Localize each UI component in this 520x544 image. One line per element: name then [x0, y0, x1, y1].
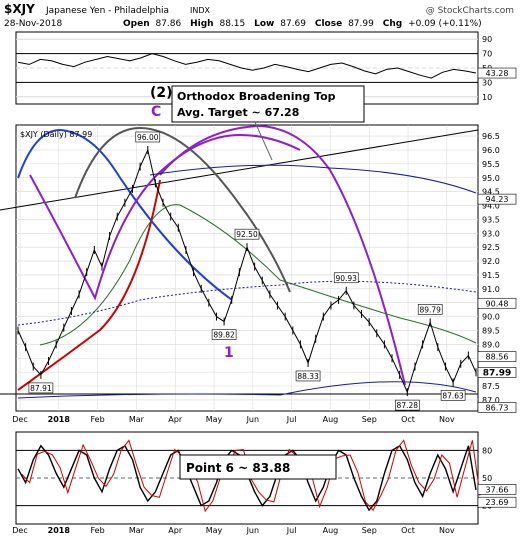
chart-exchange: INDX	[190, 6, 211, 15]
stoch-tick-label: 80	[482, 446, 492, 455]
price-tick-label: 93.0	[482, 229, 500, 238]
wave-2-label: (2)	[150, 85, 173, 101]
price-x-tick-label: Jun	[246, 415, 260, 424]
chart-symbol: $XJY	[4, 2, 35, 16]
price-right-label: 94.23	[486, 195, 509, 204]
chart-date: 28-Nov-2018	[4, 19, 62, 29]
open-label: Open	[123, 19, 150, 29]
close-value: 87.99	[348, 19, 374, 29]
close-label: Close	[315, 19, 342, 29]
price-callout-label: 87.91	[30, 384, 52, 393]
price-callout-label: 89.79	[419, 305, 441, 314]
wave-c-label: C	[151, 104, 161, 120]
price-callout-label: 92.50	[236, 230, 258, 239]
stoch-x-tick-label: Nov	[439, 526, 455, 535]
price-right-label: 86.73	[486, 403, 509, 412]
price-x-tick-label: Apr	[168, 415, 183, 424]
price-x-tick-label: Sep	[362, 415, 377, 424]
stoch-x-tick-label: Aug	[323, 526, 339, 535]
stoch-x-tick-label: Sep	[362, 526, 377, 535]
stoch-x-tick-label: May	[206, 526, 223, 535]
price-tick-label: 87.5	[482, 382, 500, 391]
chg-value: +0.09 (+0.11%)	[408, 19, 482, 29]
price-callout-label: 96.00	[137, 133, 159, 142]
price-callout-label: 87.28	[397, 401, 419, 410]
price-right-label: 90.48	[486, 299, 509, 308]
price-callout-label: 87.63	[442, 391, 464, 400]
point6-target: Point 6 ~ 83.88	[186, 461, 290, 475]
stoch-tick-label: 50	[482, 474, 492, 483]
ohlc-line: Open 87.86 High 88.15 Low 87.69 Close 87…	[123, 19, 482, 29]
stoch-x-tick-label: Jun	[246, 526, 260, 535]
wave-1-label: 1	[224, 345, 234, 361]
stoch-x-tick-label: Oct	[401, 526, 415, 535]
price-callout-label: 88.33	[297, 372, 319, 381]
rsi-tick-label: 10	[482, 93, 492, 102]
price-series-label: $XJY (Daily) 87.99	[20, 130, 92, 139]
stoch-x-tick-label: Apr	[168, 526, 183, 535]
price-right-label: 88.56	[486, 353, 509, 362]
stoch-x-tick-label: Dec	[12, 526, 27, 535]
rsi-tick-label: 30	[482, 78, 492, 87]
price-tick-label: 96.0	[482, 146, 500, 155]
rsi-tick-label: 90	[482, 35, 492, 44]
stoch-x-tick-label: Jul	[286, 526, 297, 535]
broadening-top-title: Orthodox Broadening Top	[177, 90, 336, 103]
price-x-tick-label: Jul	[286, 415, 297, 424]
price-callout-label: 89.82	[213, 331, 235, 340]
stoch-value-label: 23.69	[486, 498, 509, 507]
price-x-tick-label: Feb	[91, 415, 105, 424]
stoch-x-tick-label: 2018	[48, 526, 71, 535]
stockcharts-watermark: @ StockCharts.com	[426, 6, 514, 16]
high-label: High	[190, 19, 213, 29]
price-right-label: 87.99	[483, 368, 511, 378]
stoch-x-tick-label: Mar	[129, 526, 145, 535]
rsi-value-label: 43.28	[486, 69, 509, 78]
high-value: 88.15	[219, 19, 245, 29]
low-value: 87.69	[280, 19, 306, 29]
chart-root: $XJY Japanese Yen - Philadelphia INDX @ …	[0, 0, 520, 540]
price-x-tick-label: 2018	[48, 415, 71, 424]
stoch-value-label: 37.66	[486, 485, 509, 494]
broadening-top-target: Avg. Target ~ 67.28	[177, 106, 299, 119]
price-tick-label: 92.0	[482, 257, 500, 266]
point6-callout: Point 6 ~ 83.88	[179, 454, 337, 480]
chart-name: Japanese Yen - Philadelphia	[45, 6, 169, 16]
price-tick-label: 89.5	[482, 326, 500, 335]
price-x-tick-label: Dec	[12, 415, 27, 424]
stoch-x-tick-label: Feb	[91, 526, 105, 535]
open-value: 87.86	[155, 19, 181, 29]
price-tick-label: 91.0	[482, 285, 500, 294]
price-tick-label: 93.5	[482, 215, 500, 224]
price-x-tick-label: Nov	[439, 415, 455, 424]
price-callout-label: 90.93	[335, 274, 357, 283]
rsi-tick-label: 70	[482, 50, 492, 59]
price-x-tick-label: Aug	[323, 415, 339, 424]
low-label: Low	[254, 19, 274, 29]
price-x-tick-label: Mar	[129, 415, 145, 424]
price-x-tick-label: Oct	[401, 415, 415, 424]
price-tick-label: 91.5	[482, 271, 500, 280]
price-tick-label: 92.5	[482, 243, 500, 252]
price-tick-label: 95.5	[482, 160, 500, 169]
price-tick-label: 96.5	[482, 132, 500, 141]
xjy-chart: $XJY Japanese Yen - Philadelphia INDX @ …	[0, 0, 520, 540]
price-tick-label: 95.0	[482, 174, 500, 183]
price-tick-label: 90.0	[482, 313, 500, 322]
price-tick-label: 89.0	[482, 340, 500, 349]
price-x-tick-label: May	[206, 415, 223, 424]
chg-label: Chg	[383, 19, 402, 29]
